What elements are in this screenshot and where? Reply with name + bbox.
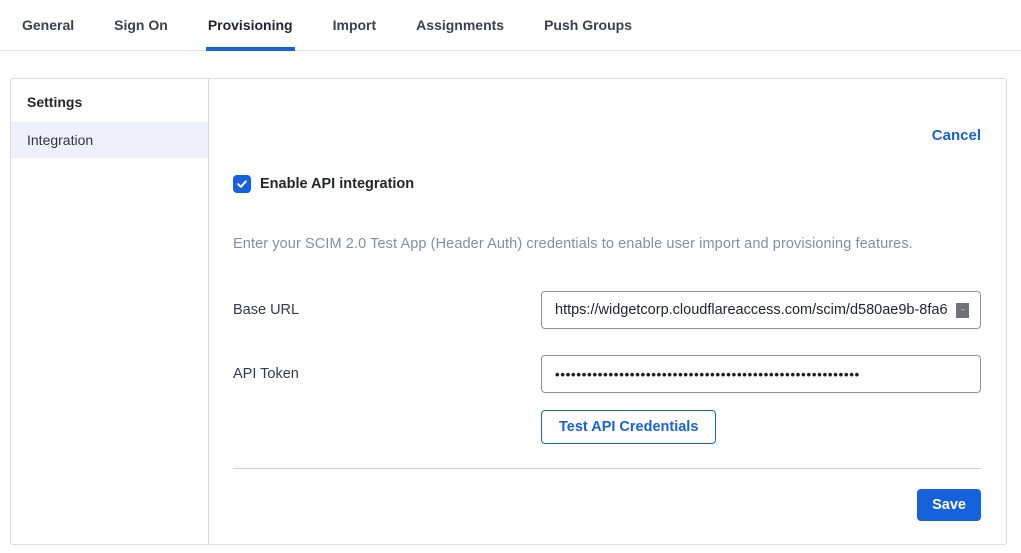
tab-provisioning[interactable]: Provisioning [206, 17, 295, 51]
tab-general[interactable]: General [20, 17, 76, 51]
provisioning-panel: Settings Integration Cancel Enable API i… [10, 78, 1007, 545]
tab-sign-on[interactable]: Sign On [112, 17, 170, 51]
tab-import[interactable]: Import [331, 17, 379, 51]
settings-sidebar: Settings Integration [11, 79, 209, 544]
text-cursor-artifact: -- [956, 303, 969, 318]
checkmark-icon [236, 178, 248, 190]
form-divider [233, 468, 981, 469]
test-api-credentials-button[interactable]: Test API Credentials [541, 410, 716, 444]
tab-assignments[interactable]: Assignments [414, 17, 506, 51]
enable-api-integration-row[interactable]: Enable API integration [233, 175, 981, 193]
base-url-input[interactable]: https://widgetcorp.cloudflareaccess.com/… [541, 291, 981, 329]
save-button[interactable]: Save [917, 489, 981, 521]
cancel-link[interactable]: Cancel [932, 127, 981, 144]
base-url-value: https://widgetcorp.cloudflareaccess.com/… [555, 302, 967, 318]
api-token-masked-value: ••••••••••••••••••••••••••••••••••••••••… [555, 367, 967, 382]
app-tab-bar: General Sign On Provisioning Import Assi… [0, 0, 1021, 51]
sidebar-item-integration[interactable]: Integration [11, 122, 208, 158]
credentials-description: Enter your SCIM 2.0 Test App (Header Aut… [233, 236, 981, 252]
integration-form: Cancel Enable API integration Enter your… [209, 79, 1006, 544]
test-credentials-row: Test API Credentials [233, 410, 981, 444]
api-token-input[interactable]: ••••••••••••••••••••••••••••••••••••••••… [541, 355, 981, 393]
tab-push-groups[interactable]: Push Groups [542, 17, 634, 51]
base-url-row: Base URL https://widgetcorp.cloudflareac… [233, 291, 981, 329]
row-spacer [233, 410, 541, 444]
api-token-row: API Token ••••••••••••••••••••••••••••••… [233, 355, 981, 393]
sidebar-heading: Settings [11, 79, 208, 122]
enable-api-checkbox[interactable] [233, 175, 251, 193]
base-url-label: Base URL [233, 302, 299, 318]
enable-api-label: Enable API integration [260, 176, 414, 192]
api-token-label: API Token [233, 366, 299, 382]
